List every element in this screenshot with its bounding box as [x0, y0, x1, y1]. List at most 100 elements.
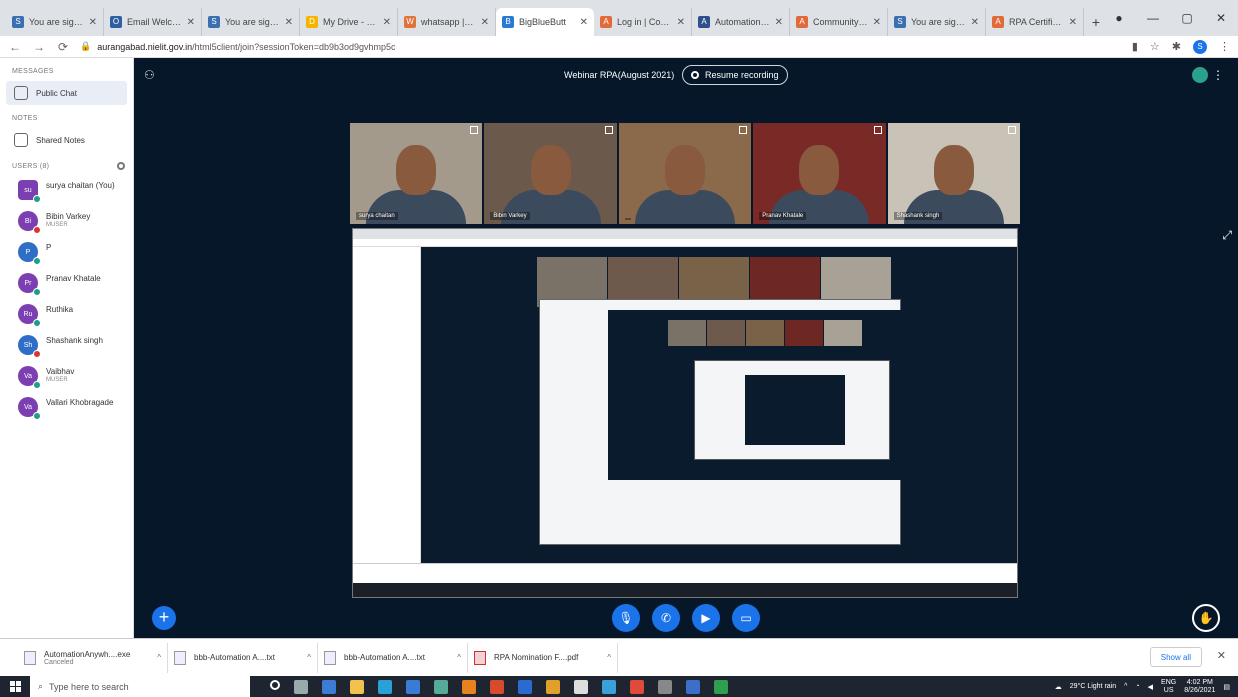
tab-close-icon[interactable]: ✕ — [580, 17, 588, 28]
app-icon[interactable] — [322, 679, 336, 694]
browser-tab[interactable]: A Log in | Control ✕ — [594, 8, 692, 36]
download-item[interactable]: RPA Nomination F....pdf ^ — [468, 642, 618, 673]
app-icon[interactable] — [434, 679, 448, 694]
reload-icon[interactable]: ⟳ — [56, 40, 70, 54]
tab-close-icon[interactable]: ✕ — [285, 17, 293, 28]
clock[interactable]: 4:02 PM 8/26/2021 — [1184, 679, 1215, 695]
browser-tab[interactable]: O Email Welcome ✕ — [104, 8, 202, 36]
webcam-tile[interactable]: Pranav Khatale — [753, 123, 886, 224]
tab-close-icon[interactable]: ✕ — [873, 17, 881, 28]
shared-notes-item[interactable]: Shared Notes — [6, 128, 127, 152]
leave-audio-button[interactable]: ✆ — [652, 604, 680, 632]
excel-icon[interactable] — [714, 679, 728, 694]
browser-tab[interactable]: A Community Edi ✕ — [790, 8, 888, 36]
webcam-button[interactable]: ▶ — [692, 604, 720, 632]
close-window-icon[interactable]: ✕ — [1204, 11, 1238, 25]
star-icon[interactable]: ☆ — [1150, 40, 1160, 53]
recording-button[interactable]: Resume recording — [682, 65, 788, 85]
toggle-userlist-icon[interactable]: ⚇ — [144, 68, 155, 82]
tray-arrow-icon[interactable]: ^ — [1124, 683, 1127, 690]
public-chat-item[interactable]: Public Chat — [6, 81, 127, 105]
browser-tab[interactable]: S You are signed ✕ — [6, 8, 104, 36]
gear-icon[interactable] — [117, 162, 125, 170]
app-icon[interactable] — [658, 679, 672, 694]
browser-tab[interactable]: D My Drive - Goo ✕ — [300, 8, 398, 36]
download-item[interactable]: bbb-Automation A....txt ^ — [168, 642, 318, 673]
chrome-icon[interactable] — [574, 679, 588, 694]
chevron-up-icon[interactable]: ^ — [157, 653, 161, 662]
webcam-tile[interactable]: surya chaitan — [350, 123, 483, 224]
tab-close-icon[interactable]: ✕ — [481, 17, 489, 28]
cortana-icon[interactable] — [270, 679, 280, 690]
browser-tab[interactable]: Wwhatsapp | Edi ✕ — [398, 8, 496, 36]
profile-avatar[interactable]: S — [1193, 39, 1207, 54]
vlc-icon[interactable] — [462, 679, 476, 694]
user-list-item[interactable]: Sh Shashank singh — [0, 329, 133, 360]
download-item[interactable]: bbb-Automation A....txt ^ — [318, 642, 468, 673]
volume-icon[interactable]: ◀ — [1148, 683, 1153, 691]
app-icon[interactable] — [602, 679, 616, 694]
app-icon[interactable] — [686, 679, 700, 694]
tab-close-icon[interactable]: ✕ — [89, 17, 97, 28]
minimize-icon[interactable]: — — [1136, 11, 1170, 25]
tab-close-icon[interactable]: ✕ — [1069, 17, 1077, 28]
webcam-tile[interactable]: Bibin Varkey — [484, 123, 617, 224]
fullscreen-webcam-icon[interactable] — [739, 126, 748, 134]
language-indicator[interactable]: ENG US — [1161, 679, 1176, 695]
user-list-item[interactable]: Ru Ruthika — [0, 298, 133, 329]
menu-dots-icon[interactable]: ⋮ — [1219, 40, 1230, 53]
tab-close-icon[interactable]: ✕ — [187, 17, 195, 28]
app-icon[interactable] — [518, 679, 532, 694]
browser-tab[interactable]: B BigBlueButt ✕ — [496, 8, 594, 36]
weather-text[interactable]: 29°C Light rain — [1070, 683, 1116, 690]
chevron-up-icon[interactable]: ^ — [457, 653, 461, 662]
user-list-item[interactable]: su surya chaitan (You) — [0, 174, 133, 205]
tab-close-icon[interactable]: ✕ — [383, 17, 391, 28]
camera-blocked-icon[interactable]: ▮ — [1132, 40, 1138, 53]
user-list-item[interactable]: Bi Bibin Varkey MUSER — [0, 205, 133, 236]
url-field[interactable]: 🔒 aurangabad.nielit.gov.in/html5client/j… — [80, 41, 1122, 52]
app-icon[interactable] — [630, 679, 644, 694]
webcam-tile[interactable]: Shashank singh — [887, 123, 1021, 224]
windows-start-button[interactable] — [0, 676, 30, 697]
notifications-icon[interactable]: ▤ — [1223, 683, 1230, 691]
browser-tab[interactable]: A RPA Certificatio ✕ — [986, 8, 1084, 36]
profile-circle-icon[interactable]: ● — [1102, 11, 1136, 25]
fullscreen-icon[interactable]: ⤢ — [1222, 228, 1232, 243]
download-item[interactable]: AutomationAnywh....exe Canceled ^ — [18, 642, 168, 673]
raise-hand-button[interactable]: ✋ — [1192, 604, 1220, 632]
fullscreen-webcam-icon[interactable] — [604, 126, 613, 134]
browser-tab[interactable]: A Automation Arc ✕ — [692, 8, 790, 36]
taskbar-search[interactable]: ⌕ Type here to search — [30, 676, 250, 697]
user-list-item[interactable]: PP — [0, 236, 133, 267]
edge-icon[interactable] — [378, 679, 392, 694]
app-icon[interactable] — [546, 679, 560, 694]
user-list-item[interactable]: Va Vallari Khobragade — [0, 391, 133, 422]
restore-icon[interactable]: ▢ — [1170, 11, 1204, 25]
extensions-icon[interactable]: ✱ — [1172, 40, 1181, 53]
microphone-button[interactable]: 🎙 — [612, 604, 640, 632]
fullscreen-webcam-icon[interactable] — [470, 126, 479, 134]
webcam-tile[interactable] — [618, 123, 752, 224]
back-arrow-icon[interactable]: ← — [8, 40, 22, 54]
connection-status-icon[interactable] — [1192, 67, 1208, 83]
chevron-up-icon[interactable]: ^ — [307, 653, 311, 662]
show-all-button[interactable]: Show all — [1149, 647, 1202, 667]
fullscreen-webcam-icon[interactable] — [873, 126, 882, 134]
store-icon[interactable] — [406, 679, 420, 694]
chevron-up-icon[interactable]: ^ — [607, 653, 611, 662]
actions-plus-button[interactable]: + — [152, 606, 176, 630]
close-downloads-icon[interactable]: ✕ — [1217, 649, 1226, 662]
task-view-icon[interactable] — [294, 679, 308, 694]
fullscreen-webcam-icon[interactable] — [1008, 126, 1017, 134]
file-explorer-icon[interactable] — [350, 679, 364, 694]
tab-close-icon[interactable]: ✕ — [971, 17, 979, 28]
tab-close-icon[interactable]: ✕ — [775, 17, 783, 28]
tab-close-icon[interactable]: ✕ — [677, 17, 685, 28]
options-menu-icon[interactable]: ⋮ — [1212, 68, 1224, 82]
forward-arrow-icon[interactable]: → — [32, 40, 46, 54]
network-icon[interactable]: ◔ — [1135, 683, 1139, 690]
user-list-item[interactable]: Pr Pranav Khatale — [0, 267, 133, 298]
browser-tab[interactable]: S You are signed ✕ — [202, 8, 300, 36]
screenshare-button[interactable]: ▭ — [732, 604, 760, 632]
